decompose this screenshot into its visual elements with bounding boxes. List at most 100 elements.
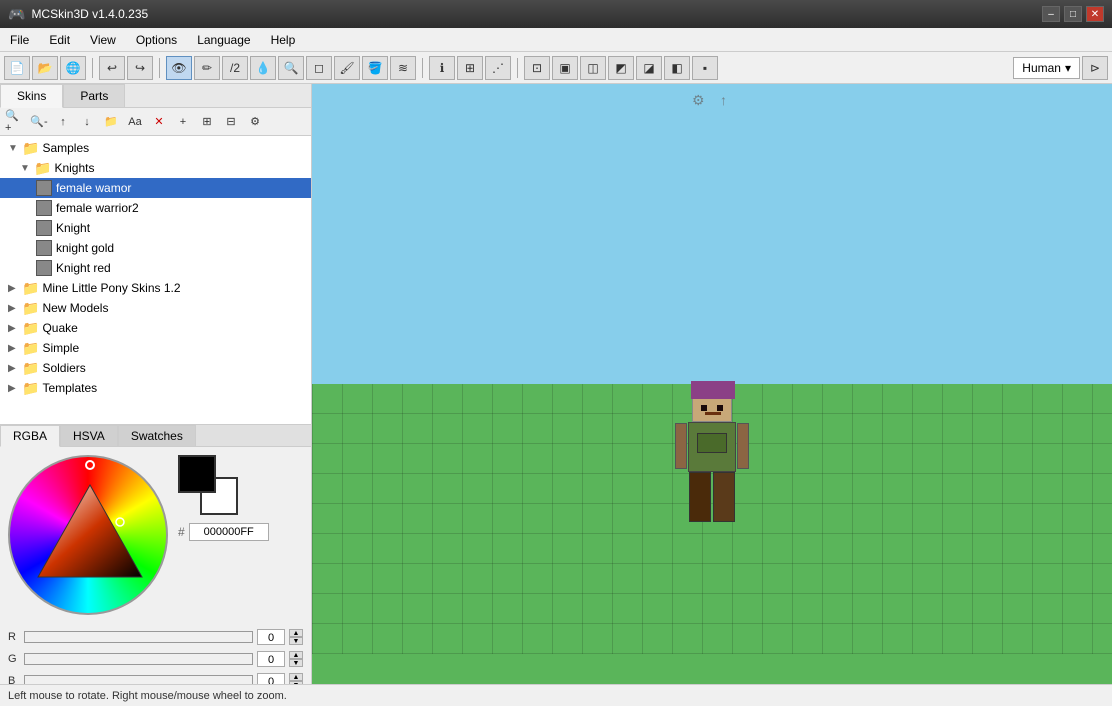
tab-parts[interactable]: Parts [63, 84, 125, 107]
toolbar-open[interactable]: 📂 [32, 56, 58, 80]
toolbar-grid2[interactable]: ⋰ [485, 56, 511, 80]
menu-options[interactable]: Options [126, 28, 187, 51]
viewport[interactable]: ⚙ ↑ [312, 84, 1112, 684]
character-legs [688, 472, 736, 522]
tree-item-knights[interactable]: ▼ 📁 Knights [0, 158, 311, 178]
toolbar-view5[interactable]: ◪ [636, 56, 662, 80]
tree-item-quake[interactable]: ▶ 📁 Quake [0, 318, 311, 338]
toolbar-undo[interactable]: ↩ [99, 56, 125, 80]
menu-view[interactable]: View [80, 28, 126, 51]
slider-row-r: R 0 ▲ ▼ [8, 627, 303, 647]
slider-r-up[interactable]: ▲ [289, 629, 303, 637]
app-icon: 🎮 [8, 6, 25, 23]
slider-r-down[interactable]: ▼ [289, 637, 303, 645]
color-tab-swatches[interactable]: Swatches [118, 425, 196, 446]
toolbar-fill[interactable]: 🪣 [362, 56, 388, 80]
color-tab-rgba[interactable]: RGBA [0, 425, 60, 447]
slider-g-label: G [8, 653, 20, 665]
tab-skins[interactable]: Skins [0, 84, 63, 108]
tree-item-knight[interactable]: Knight [0, 218, 311, 238]
skin-settings[interactable]: ⚙ [244, 111, 266, 133]
toolbar-eraser[interactable]: ◻ [306, 56, 332, 80]
tree-item-knight-red[interactable]: Knight red [0, 258, 311, 278]
toolbar-info[interactable]: ℹ [429, 56, 455, 80]
tree-item-knight-gold[interactable]: knight gold [0, 238, 311, 258]
toolbar-view3[interactable]: ◫ [580, 56, 606, 80]
model-dropdown[interactable]: Human ▾ [1013, 57, 1080, 79]
tree-item-templates[interactable]: ▶ 📁 Templates [0, 378, 311, 398]
toolbar-web[interactable]: 🌐 [60, 56, 86, 80]
toolbar-view4[interactable]: ◩ [608, 56, 634, 80]
skin-add[interactable]: + [172, 111, 194, 133]
foreground-color-swatch[interactable] [178, 455, 216, 493]
toolbar-sep3 [422, 58, 423, 78]
character-chest-detail [697, 433, 727, 453]
skin-thumb-female-warrior2 [36, 200, 52, 216]
tree-item-simple[interactable]: ▶ 📁 Simple [0, 338, 311, 358]
toolbar-view2[interactable]: ▣ [552, 56, 578, 80]
toolbar-view6[interactable]: ◧ [664, 56, 690, 80]
saturation-indicator [116, 518, 124, 526]
menu-help[interactable]: Help [261, 28, 306, 51]
rotate-icon[interactable]: ⚙ [692, 92, 712, 112]
toolbar-grid1[interactable]: ⊞ [457, 56, 483, 80]
slider-b-up[interactable]: ▲ [289, 673, 303, 681]
tree-item-mine-little-pony[interactable]: ▶ 📁 Mine Little Pony Skins 1.2 [0, 278, 311, 298]
toolbar-pencil[interactable]: ✏ [194, 56, 220, 80]
character-body [688, 422, 736, 472]
tree-label-soldiers: Soldiers [42, 361, 85, 375]
slider-b-track[interactable] [24, 675, 253, 684]
maximize-button[interactable]: □ [1064, 6, 1082, 22]
skin-download[interactable]: ↓ [76, 111, 98, 133]
slider-b-value[interactable]: 0 [257, 673, 285, 684]
slider-r-value[interactable]: 0 [257, 629, 285, 645]
skin-open-folder[interactable]: 📁 [100, 111, 122, 133]
tree-item-soldiers[interactable]: ▶ 📁 Soldiers [0, 358, 311, 378]
menu-file[interactable]: File [0, 28, 39, 51]
tree-item-new-models[interactable]: ▶ 📁 New Models [0, 298, 311, 318]
tree-label-templates: Templates [42, 381, 97, 395]
toolbar-new[interactable]: 📄 [4, 56, 30, 80]
slider-g-down[interactable]: ▼ [289, 659, 303, 667]
toolbar-dropper[interactable]: 💧 [250, 56, 276, 80]
toolbar-zoom[interactable]: 🔍 [278, 56, 304, 80]
hex-input[interactable] [189, 523, 269, 541]
color-wheel-container[interactable] [8, 455, 168, 615]
toolbar-eye[interactable]: 👁 [166, 56, 192, 80]
color-wheel-svg [10, 457, 170, 617]
toolbar-view7[interactable]: ▪ [692, 56, 718, 80]
character-arm-left [675, 423, 687, 469]
skin-grid2[interactable]: ⊟ [220, 111, 242, 133]
toolbar-brush[interactable]: 🖌 [334, 56, 360, 80]
skin-zoom-out[interactable]: 🔍- [28, 111, 50, 133]
up-icon[interactable]: ↑ [720, 92, 740, 112]
skin-grid[interactable]: ⊞ [196, 111, 218, 133]
color-wheel[interactable] [8, 455, 168, 615]
toolbar-redo[interactable]: ↪ [127, 56, 153, 80]
toolbar-sep1 [92, 58, 93, 78]
skin-upload[interactable]: ↑ [52, 111, 74, 133]
menu-language[interactable]: Language [187, 28, 260, 51]
skin-rename[interactable]: Aa [124, 111, 146, 133]
expand-icon-templates: ▶ [8, 383, 22, 394]
toolbar-noise[interactable]: ≋ [390, 56, 416, 80]
slider-g-value[interactable]: 0 [257, 651, 285, 667]
folder-icon-knights: 📁 [34, 160, 51, 177]
tree-item-female-warrior2[interactable]: female warrior2 [0, 198, 311, 218]
slider-g-up[interactable]: ▲ [289, 651, 303, 659]
tree-item-female-warrior[interactable]: female wamor [0, 178, 311, 198]
color-tab-hsva[interactable]: HSVA [60, 425, 118, 446]
titlebar-left: 🎮 MCSkin3D v1.4.0.235 [8, 6, 148, 23]
close-button[interactable]: ✕ [1086, 6, 1104, 22]
minimize-button[interactable]: – [1042, 6, 1060, 22]
toolbar-view1[interactable]: ⊡ [524, 56, 550, 80]
skin-delete[interactable]: ✕ [148, 111, 170, 133]
slider-r-track[interactable] [24, 631, 253, 643]
slider-g-track[interactable] [24, 653, 253, 665]
toolbar-pencil2[interactable]: /2 [222, 56, 248, 80]
toolbar-extra[interactable]: ⊳ [1082, 56, 1108, 80]
skin-zoom-in[interactable]: 🔍+ [4, 111, 26, 133]
tree-item-samples[interactable]: ▼ 📁 Samples [0, 138, 311, 158]
skin-tree[interactable]: ▼ 📁 Samples ▼ 📁 Knights female wamor [0, 136, 311, 424]
menu-edit[interactable]: Edit [39, 28, 80, 51]
